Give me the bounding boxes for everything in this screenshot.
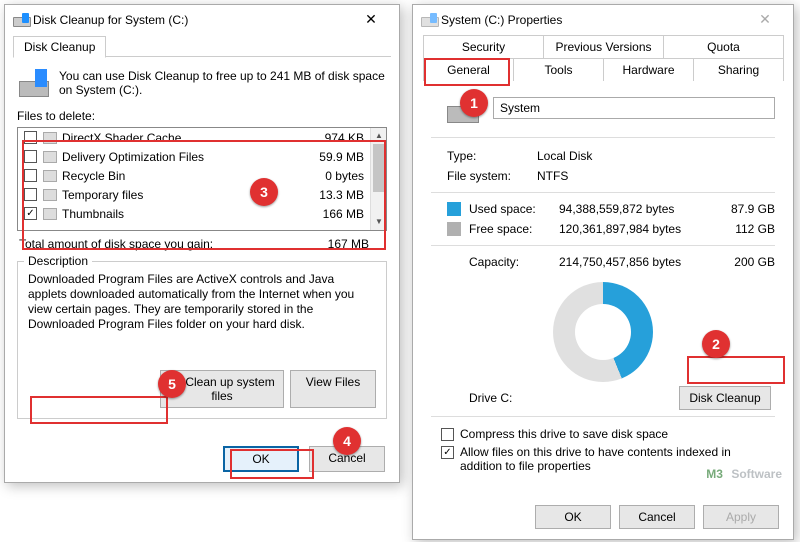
free-swatch	[447, 222, 461, 236]
free-bytes: 120,361,897,984 bytes	[559, 222, 715, 236]
drive-properties-dialog: System (C:) Properties ✕ Security Previo…	[412, 4, 794, 540]
scroll-down-icon[interactable]: ▼	[371, 214, 387, 230]
type-value: Local Disk	[537, 149, 775, 163]
item-size: 0 bytes	[304, 169, 364, 183]
tab-strip: Disk Cleanup	[13, 35, 391, 57]
index-option[interactable]: ✓ Allow files on this drive to have conte…	[431, 441, 775, 473]
file-icon	[43, 189, 57, 201]
free-label: Free space:	[469, 222, 559, 236]
list-item[interactable]: Temporary files13.3 MB	[18, 185, 370, 204]
scrollbar[interactable]: ▲▼	[370, 128, 386, 230]
checkbox[interactable]	[441, 428, 454, 441]
files-list: DirectX Shader Cache974 KB Delivery Opti…	[17, 127, 387, 231]
description-text: Downloaded Program Files are ActiveX con…	[28, 272, 376, 332]
list-item[interactable]: Recycle Bin0 bytes	[18, 166, 370, 185]
scroll-thumb[interactable]	[373, 144, 385, 192]
disk-cleanup-button[interactable]: Disk Cleanup	[679, 386, 771, 410]
checkbox[interactable]	[24, 169, 37, 182]
titlebar: Disk Cleanup for System (C:) ✕	[5, 5, 399, 35]
file-icon	[43, 170, 57, 182]
close-icon[interactable]: ✕	[351, 10, 391, 30]
checkbox[interactable]: ✓	[441, 446, 454, 459]
capacity-gb: 200 GB	[715, 255, 775, 269]
tab-general[interactable]: General	[423, 58, 514, 81]
drive-name-input[interactable]	[493, 97, 775, 119]
used-gb: 87.9 GB	[715, 202, 775, 216]
filesystem-label: File system:	[447, 169, 537, 183]
shield-icon	[169, 376, 181, 388]
drive-caption: Drive C:	[469, 391, 512, 405]
index-label: Allow files on this drive to have conten…	[460, 445, 769, 473]
total-label: Total amount of disk space you gain:	[19, 237, 305, 251]
total-value: 167 MB	[305, 237, 385, 251]
cancel-button[interactable]: Cancel	[619, 505, 695, 529]
item-size: 59.9 MB	[304, 150, 364, 164]
cleanup-system-files-button[interactable]: Clean up system files	[160, 370, 284, 408]
tab-strip: Security Previous Versions Quota General…	[423, 35, 783, 79]
tab-quota[interactable]: Quota	[663, 35, 784, 58]
drive-icon	[13, 13, 29, 27]
free-gb: 112 GB	[715, 222, 775, 236]
checkbox[interactable]: ✓	[24, 207, 37, 220]
ok-button[interactable]: OK	[535, 505, 611, 529]
ok-button[interactable]: OK	[223, 446, 299, 472]
item-name: Temporary files	[62, 188, 304, 202]
disk-cleanup-dialog: Disk Cleanup for System (C:) ✕ Disk Clea…	[4, 4, 400, 483]
checkbox[interactable]	[24, 188, 37, 201]
item-size: 974 KB	[304, 131, 364, 145]
scroll-up-icon[interactable]: ▲	[371, 128, 387, 144]
tab-hardware[interactable]: Hardware	[603, 58, 694, 81]
compress-label: Compress this drive to save disk space	[460, 427, 668, 441]
checkbox[interactable]	[24, 150, 37, 163]
view-files-button[interactable]: View Files	[290, 370, 376, 408]
item-name: Delivery Optimization Files	[62, 150, 304, 164]
drive-icon	[447, 93, 479, 123]
item-name: Recycle Bin	[62, 169, 304, 183]
apply-button[interactable]: Apply	[703, 505, 779, 529]
description-label: Description	[24, 254, 92, 268]
window-title: Disk Cleanup for System (C:)	[29, 13, 351, 27]
compress-option[interactable]: Compress this drive to save disk space	[431, 423, 775, 441]
tab-security[interactable]: Security	[423, 35, 544, 58]
tab-sharing[interactable]: Sharing	[693, 58, 784, 81]
list-item[interactable]: Delivery Optimization Files59.9 MB	[18, 147, 370, 166]
used-swatch	[447, 202, 461, 216]
checkbox[interactable]	[24, 131, 37, 144]
file-icon	[43, 208, 57, 220]
used-label: Used space:	[469, 202, 559, 216]
description-group: Description Downloaded Program Files are…	[17, 261, 387, 419]
item-size: 166 MB	[304, 207, 364, 221]
tab-disk-cleanup[interactable]: Disk Cleanup	[13, 36, 106, 58]
drive-icon	[421, 13, 437, 27]
used-bytes: 94,388,559,872 bytes	[559, 202, 715, 216]
type-label: Type:	[447, 149, 537, 163]
button-label: Clean up system files	[185, 375, 274, 403]
window-title: System (C:) Properties	[437, 13, 745, 27]
filesystem-value: NTFS	[537, 169, 775, 183]
close-icon[interactable]: ✕	[745, 10, 785, 30]
files-to-delete-label: Files to delete:	[17, 107, 387, 127]
list-item[interactable]: ✓ Thumbnails166 MB	[18, 204, 370, 223]
capacity-label: Capacity:	[469, 255, 559, 269]
capacity-bytes: 214,750,457,856 bytes	[559, 255, 715, 269]
cancel-button[interactable]: Cancel	[309, 446, 385, 472]
drive-icon	[19, 69, 49, 97]
intro-text: You can use Disk Cleanup to free up to 2…	[59, 69, 385, 97]
usage-donut-chart	[553, 282, 653, 382]
file-icon	[43, 132, 57, 144]
item-name: Thumbnails	[62, 207, 304, 221]
titlebar: System (C:) Properties ✕	[413, 5, 793, 35]
item-name: DirectX Shader Cache	[62, 131, 304, 145]
file-icon	[43, 151, 57, 163]
tab-previous-versions[interactable]: Previous Versions	[543, 35, 664, 58]
list-item[interactable]: DirectX Shader Cache974 KB	[18, 128, 370, 147]
tab-tools[interactable]: Tools	[513, 58, 604, 81]
item-size: 13.3 MB	[304, 188, 364, 202]
